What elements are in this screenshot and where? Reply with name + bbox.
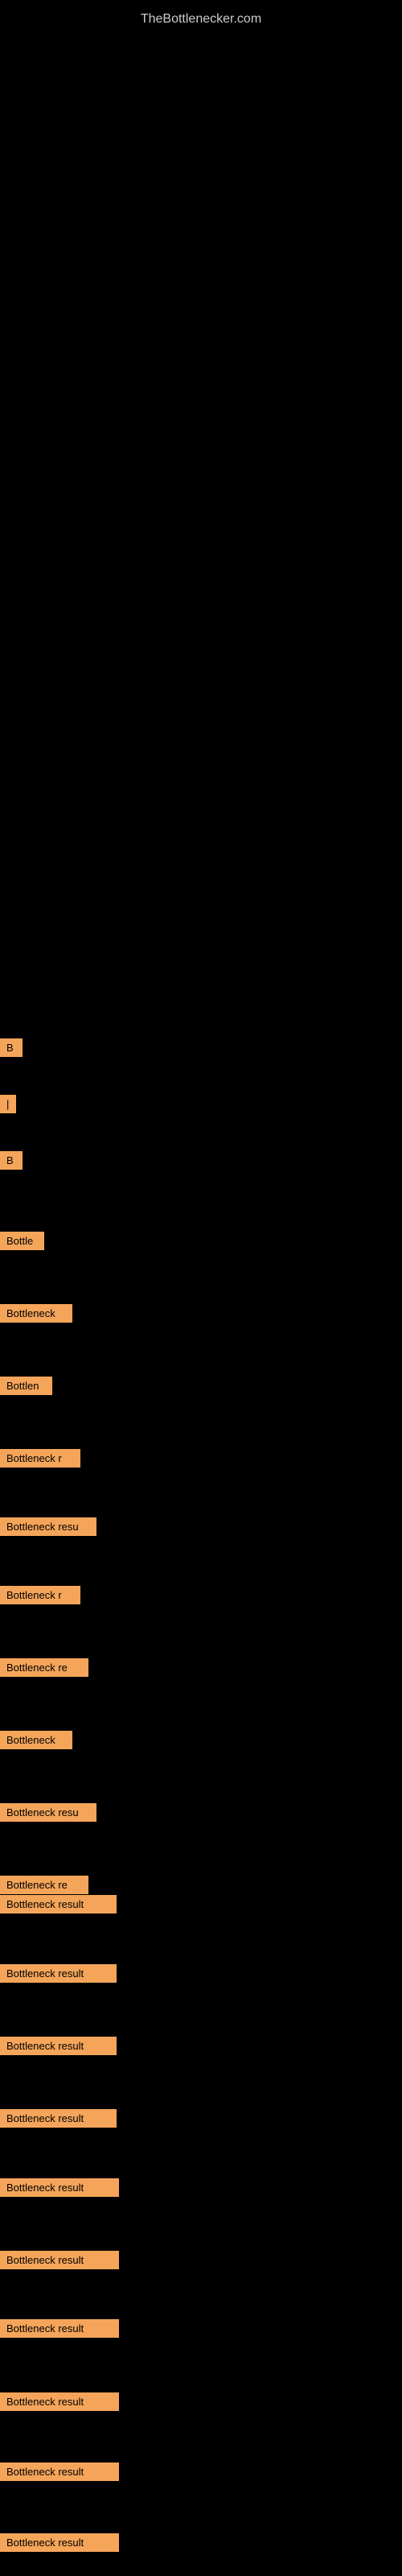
bottleneck-result-item: Bottleneck result: [0, 2319, 119, 2338]
bottleneck-result-item: Bottleneck result: [0, 2037, 117, 2055]
bottleneck-result-item: Bottleneck r: [0, 1449, 80, 1468]
bottleneck-result-item: B: [0, 1151, 23, 1170]
site-title: TheBottlenecker.com: [0, 4, 402, 35]
bottleneck-result-item: |: [0, 1095, 16, 1113]
bottleneck-result-item: Bottleneck resu: [0, 1517, 96, 1536]
bottleneck-result-item: Bottleneck r: [0, 1586, 80, 1604]
bottleneck-result-item: Bottleneck: [0, 1731, 72, 1749]
bottleneck-result-item: Bottleneck result: [0, 1964, 117, 1983]
bottleneck-result-item: Bottleneck result: [0, 2533, 119, 2552]
bottleneck-result-item: B: [0, 1038, 23, 1057]
bottleneck-result-item: Bottleneck re: [0, 1658, 88, 1677]
bottleneck-result-item: Bottleneck re: [0, 1876, 88, 1894]
bottleneck-result-item: Bottleneck result: [0, 2462, 119, 2481]
bottleneck-result-item: Bottle: [0, 1232, 44, 1250]
bottleneck-result-item: Bottlen: [0, 1377, 52, 1395]
bottleneck-result-item: Bottleneck: [0, 1304, 72, 1323]
bottleneck-result-item: Bottleneck result: [0, 2109, 117, 2128]
bottleneck-result-item: Bottleneck result: [0, 2392, 119, 2411]
bottleneck-result-item: Bottleneck resu: [0, 1803, 96, 1822]
bottleneck-result-item: Bottleneck result: [0, 2178, 119, 2197]
bottleneck-result-item: Bottleneck result: [0, 1895, 117, 1913]
bottleneck-result-item: Bottleneck result: [0, 2251, 119, 2269]
